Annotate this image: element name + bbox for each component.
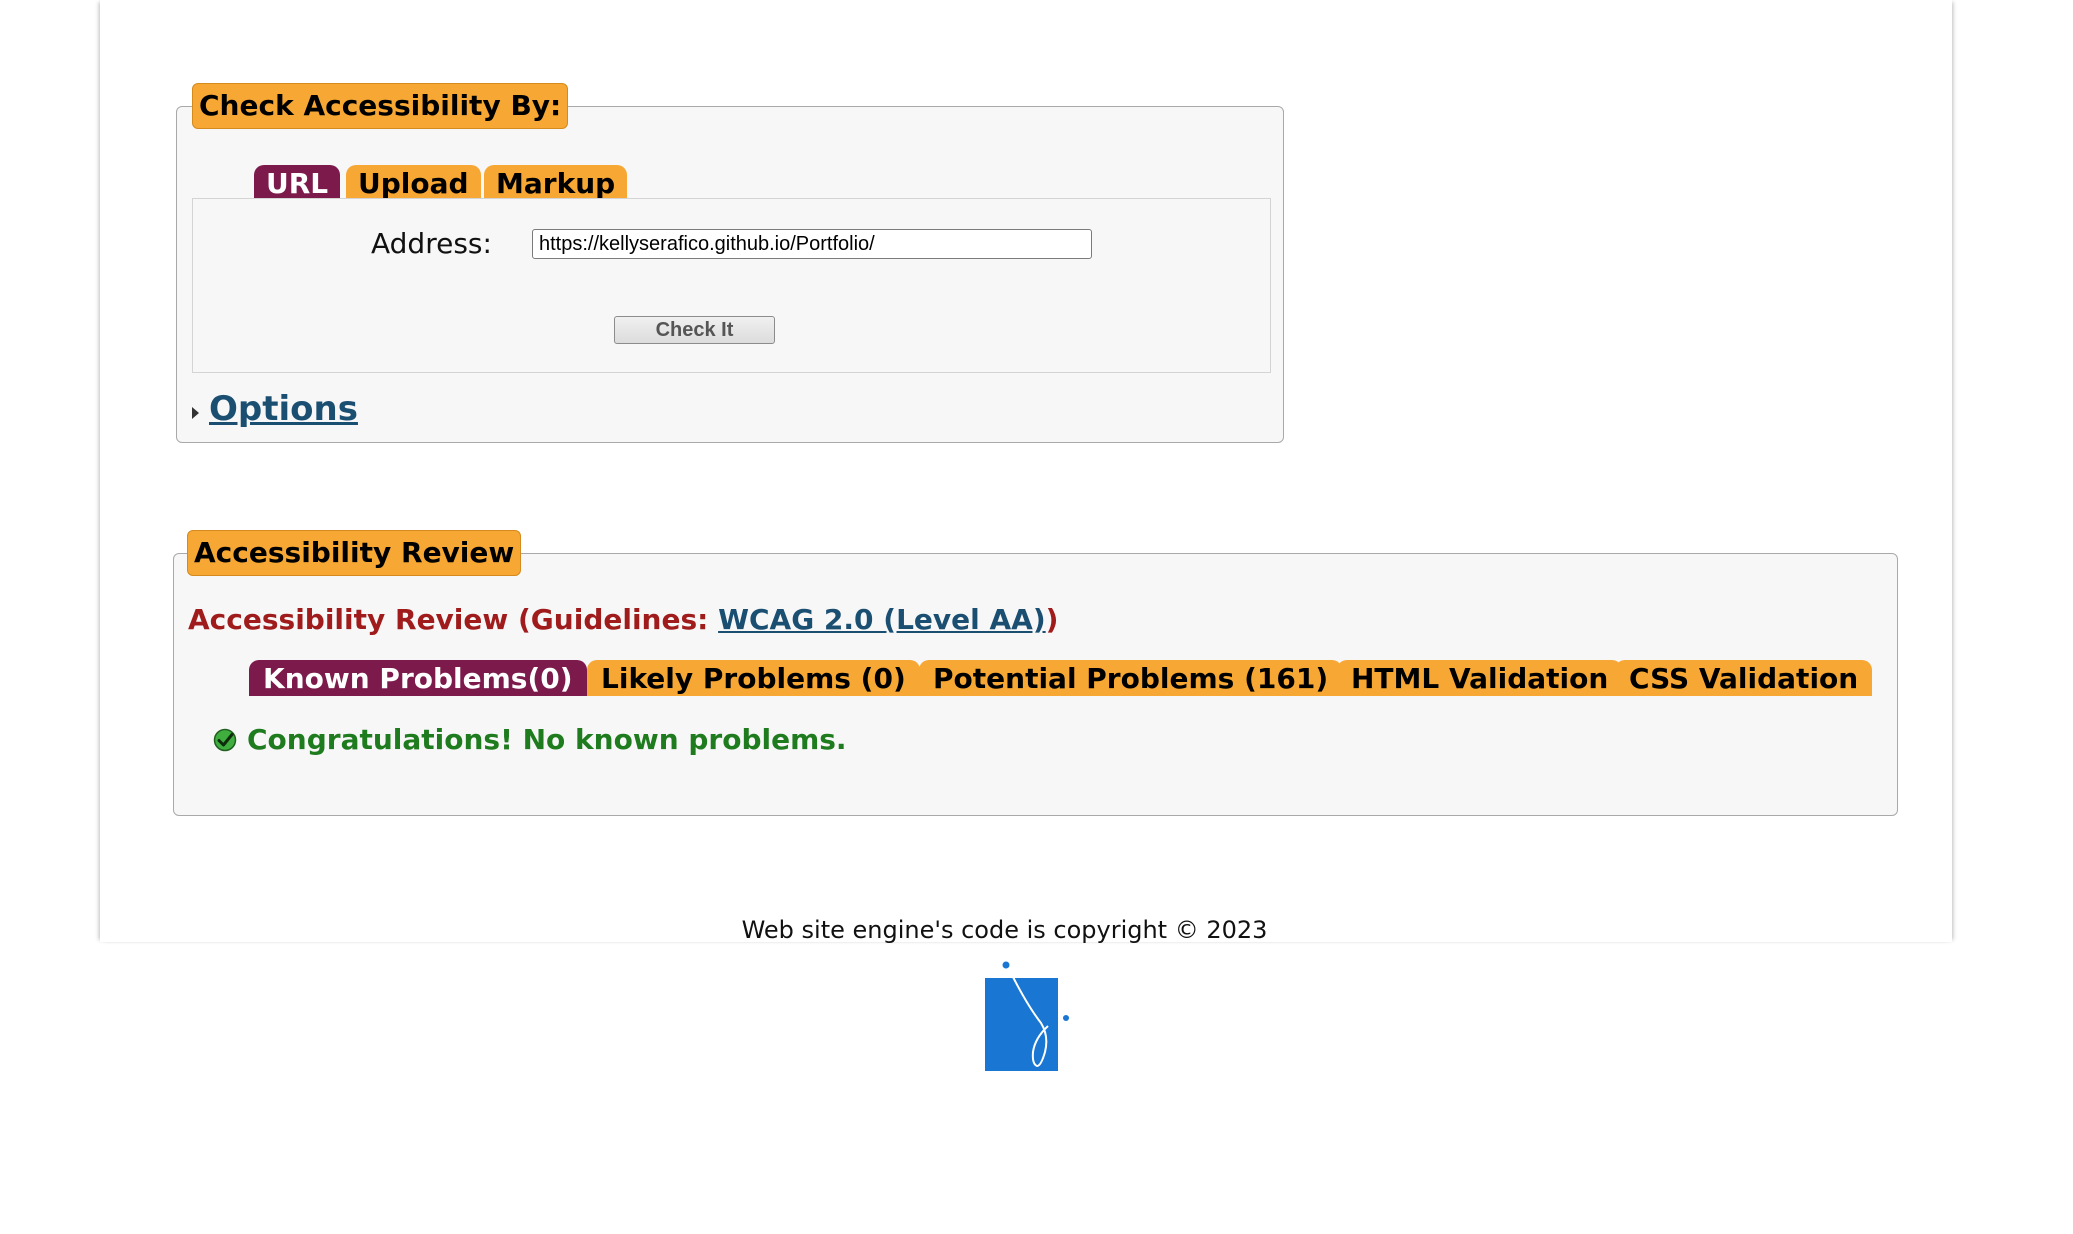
tab-markup[interactable]: Markup <box>484 165 628 201</box>
tab-potential-problems[interactable]: Potential Problems (161) <box>919 660 1343 696</box>
tab-likely-problems[interactable]: Likely Problems (0) <box>587 660 920 696</box>
expand-triangle-icon <box>192 407 199 419</box>
success-check-icon <box>213 728 237 751</box>
tab-url[interactable]: URL <box>254 165 341 201</box>
accessibility-review-legend: Accessibility Review <box>187 530 522 576</box>
options-toggle[interactable]: Options <box>192 389 358 429</box>
address-label: Address: <box>371 227 492 260</box>
options-link[interactable]: Options <box>209 389 358 429</box>
heading-prefix: Accessibility Review (Guidelines: <box>188 603 719 636</box>
wcag-guideline-link[interactable]: WCAG 2.0 (Level AA) <box>718 603 1046 636</box>
url-panel <box>192 198 1271 373</box>
tab-upload[interactable]: Upload <box>346 165 481 201</box>
tab-html-validation[interactable]: HTML Validation <box>1337 660 1623 696</box>
address-input[interactable] <box>532 229 1092 259</box>
copyright-text: Web site engine's code is copyright © 20… <box>741 916 1268 944</box>
success-message: Congratulations! No known problems. <box>247 723 847 756</box>
check-it-button[interactable]: Check It <box>614 316 775 344</box>
check-accessibility-legend: Check Accessibility By: <box>192 83 569 129</box>
result-row: Congratulations! No known problems. <box>213 723 847 756</box>
heading-suffix: ) <box>1045 603 1059 636</box>
site-logo-icon <box>985 961 1069 1071</box>
review-guidelines-heading: Accessibility Review (Guidelines: WCAG 2… <box>188 603 1058 636</box>
tab-known-problems[interactable]: Known Problems(0) <box>249 660 587 696</box>
tab-css-validation[interactable]: CSS Validation <box>1615 660 1873 696</box>
